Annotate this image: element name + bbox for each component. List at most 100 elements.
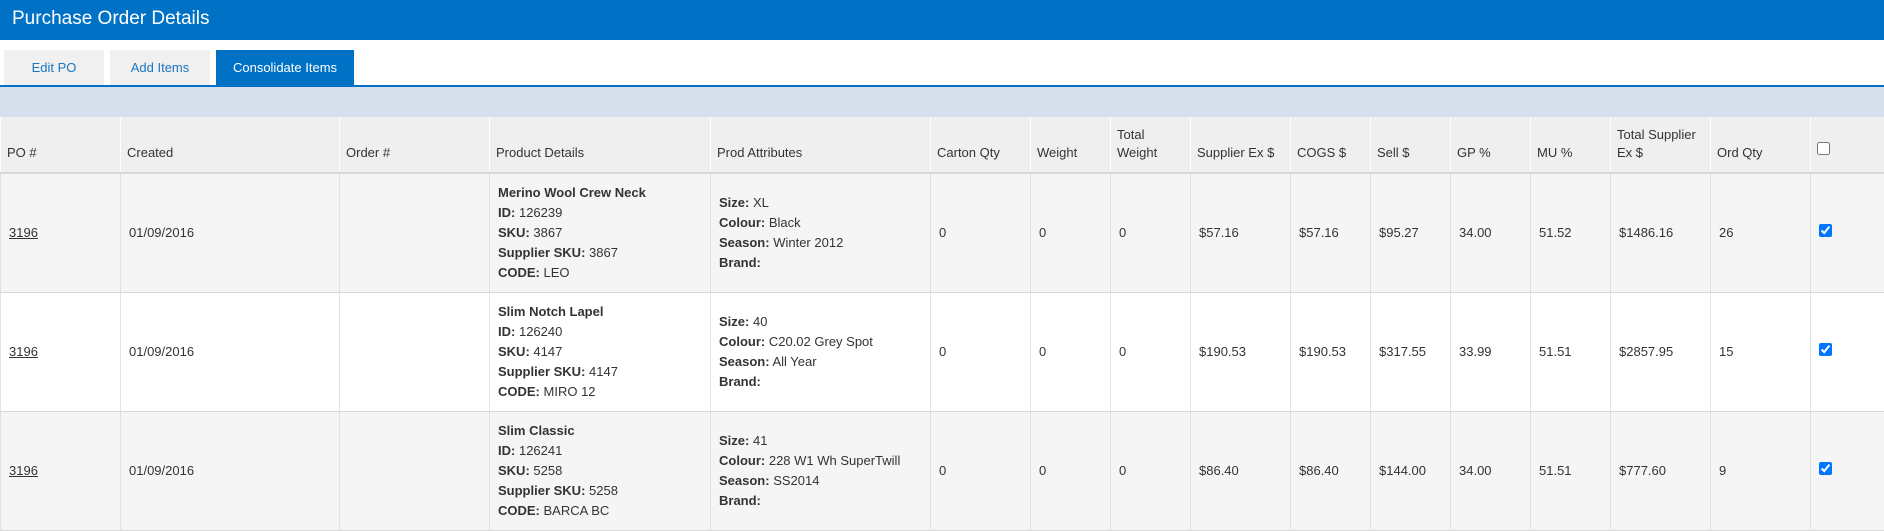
mu-cell: 51.51 — [1531, 411, 1611, 530]
tab-add-items[interactable]: Add Items — [110, 50, 210, 85]
sell-cell: $144.00 — [1371, 411, 1451, 530]
weight-cell: 0 — [1031, 173, 1111, 292]
supplier-ex-cell: $86.40 — [1191, 411, 1291, 530]
row-select-checkbox[interactable] — [1819, 462, 1832, 475]
ord-qty-cell: 26 — [1711, 173, 1811, 292]
attr-label-colour: Colour: — [719, 334, 765, 349]
column-header-weight[interactable]: Weight — [1031, 117, 1111, 173]
product-sku: 5258 — [533, 463, 562, 478]
detail-label-sku: SKU: — [498, 463, 530, 478]
detail-label-code: CODE: — [498, 265, 540, 280]
column-header-total-supplier-ex[interactable]: Total Supplier Ex $ — [1611, 117, 1711, 173]
detail-label-sku: SKU: — [498, 344, 530, 359]
sell-cell: $95.27 — [1371, 173, 1451, 292]
attr-label-size: Size: — [719, 433, 749, 448]
column-header-ord-qty[interactable]: Ord Qty — [1711, 117, 1811, 173]
ord-qty-cell: 9 — [1711, 411, 1811, 530]
po-cell: 3196 — [1, 292, 121, 411]
carton-qty-cell: 0 — [931, 173, 1031, 292]
supplier-ex-cell: $57.16 — [1191, 173, 1291, 292]
product-code: BARCA BC — [544, 503, 610, 518]
total-weight-cell: 0 — [1111, 173, 1191, 292]
column-header-cogs[interactable]: COGS $ — [1291, 117, 1371, 173]
tab-consolidate-items[interactable]: Consolidate Items — [216, 50, 354, 85]
cogs-cell: $86.40 — [1291, 411, 1371, 530]
product-supplier-sku: 5258 — [589, 483, 618, 498]
detail-label-id: ID: — [498, 443, 515, 458]
ord-qty-cell: 15 — [1711, 292, 1811, 411]
total-supplier-ex-cell: $777.60 — [1611, 411, 1711, 530]
column-header-order[interactable]: Order # — [340, 117, 490, 173]
attr-label-brand: Brand: — [719, 374, 761, 389]
attr-size: 40 — [753, 314, 767, 329]
row-select-checkbox[interactable] — [1819, 343, 1832, 356]
column-header-product-details[interactable]: Product Details — [490, 117, 711, 173]
cogs-cell: $190.53 — [1291, 292, 1371, 411]
column-header-select-all — [1811, 117, 1884, 173]
column-header-prod-attributes[interactable]: Prod Attributes — [711, 117, 931, 173]
sell-cell: $317.55 — [1371, 292, 1451, 411]
attr-season: All Year — [772, 354, 816, 369]
po-link[interactable]: 3196 — [9, 463, 38, 478]
consolidate-items-table: PO # Created Order # Product Details Pro… — [0, 117, 1884, 531]
column-header-po[interactable]: PO # — [1, 117, 121, 173]
weight-cell: 0 — [1031, 292, 1111, 411]
po-cell: 3196 — [1, 173, 121, 292]
attr-colour: C20.02 Grey Spot — [769, 334, 873, 349]
mu-cell: 51.52 — [1531, 173, 1611, 292]
product-supplier-sku: 4147 — [589, 364, 618, 379]
prod-attributes-cell: Size: 41 Colour: 228 W1 Wh SuperTwill Se… — [711, 411, 931, 530]
gp-cell: 34.00 — [1451, 173, 1531, 292]
prod-attributes-cell: Size: XL Colour: Black Season: Winter 20… — [711, 173, 931, 292]
carton-qty-cell: 0 — [931, 292, 1031, 411]
total-weight-cell: 0 — [1111, 292, 1191, 411]
select-all-checkbox[interactable] — [1817, 142, 1830, 155]
select-cell — [1811, 173, 1884, 292]
total-weight-cell: 0 — [1111, 411, 1191, 530]
attr-label-brand: Brand: — [719, 255, 761, 270]
created-cell: 01/09/2016 — [121, 411, 340, 530]
attr-label-season: Season: — [719, 473, 770, 488]
product-code: LEO — [544, 265, 570, 280]
po-link[interactable]: 3196 — [9, 344, 38, 359]
attr-season: Winter 2012 — [773, 235, 843, 250]
created-cell: 01/09/2016 — [121, 292, 340, 411]
product-id: 126239 — [519, 205, 562, 220]
column-header-carton-qty[interactable]: Carton Qty — [931, 117, 1031, 173]
gp-cell: 33.99 — [1451, 292, 1531, 411]
attr-label-season: Season: — [719, 354, 770, 369]
page-title: Purchase Order Details — [12, 8, 209, 29]
column-header-total-weight[interactable]: Total Weight — [1111, 117, 1191, 173]
tab-edit-po[interactable]: Edit PO — [4, 50, 104, 85]
order-cell — [340, 292, 490, 411]
po-cell: 3196 — [1, 411, 121, 530]
attr-label-brand: Brand: — [719, 493, 761, 508]
attr-label-size: Size: — [719, 314, 749, 329]
detail-label-code: CODE: — [498, 503, 540, 518]
product-name: Merino Wool Crew Neck — [498, 183, 702, 203]
total-supplier-ex-cell: $2857.95 — [1611, 292, 1711, 411]
column-header-gp[interactable]: GP % — [1451, 117, 1531, 173]
column-header-created[interactable]: Created — [121, 117, 340, 173]
detail-label-code: CODE: — [498, 384, 540, 399]
product-details-cell: Merino Wool Crew Neck ID: 126239 SKU: 38… — [490, 173, 711, 292]
attr-label-colour: Colour: — [719, 453, 765, 468]
product-supplier-sku: 3867 — [589, 245, 618, 260]
attr-season: SS2014 — [773, 473, 819, 488]
tab-bar: Edit PO Add Items Consolidate Items — [0, 40, 1884, 87]
po-link[interactable]: 3196 — [9, 225, 38, 240]
product-name: Slim Classic — [498, 421, 702, 441]
attr-label-size: Size: — [719, 195, 749, 210]
attr-label-colour: Colour: — [719, 215, 765, 230]
carton-qty-cell: 0 — [931, 411, 1031, 530]
column-header-supplier-ex[interactable]: Supplier Ex $ — [1191, 117, 1291, 173]
product-id: 126240 — [519, 324, 562, 339]
column-header-mu[interactable]: MU % — [1531, 117, 1611, 173]
product-details-cell: Slim Classic ID: 126241 SKU: 5258 Suppli… — [490, 411, 711, 530]
table-row: 3196 01/09/2016 Slim Classic ID: 126241 … — [1, 411, 1884, 530]
column-header-sell[interactable]: Sell $ — [1371, 117, 1451, 173]
table-row: 3196 01/09/2016 Merino Wool Crew Neck ID… — [1, 173, 1884, 292]
product-sku: 3867 — [533, 225, 562, 240]
row-select-checkbox[interactable] — [1819, 224, 1832, 237]
table-row: 3196 01/09/2016 Slim Notch Lapel ID: 126… — [1, 292, 1884, 411]
